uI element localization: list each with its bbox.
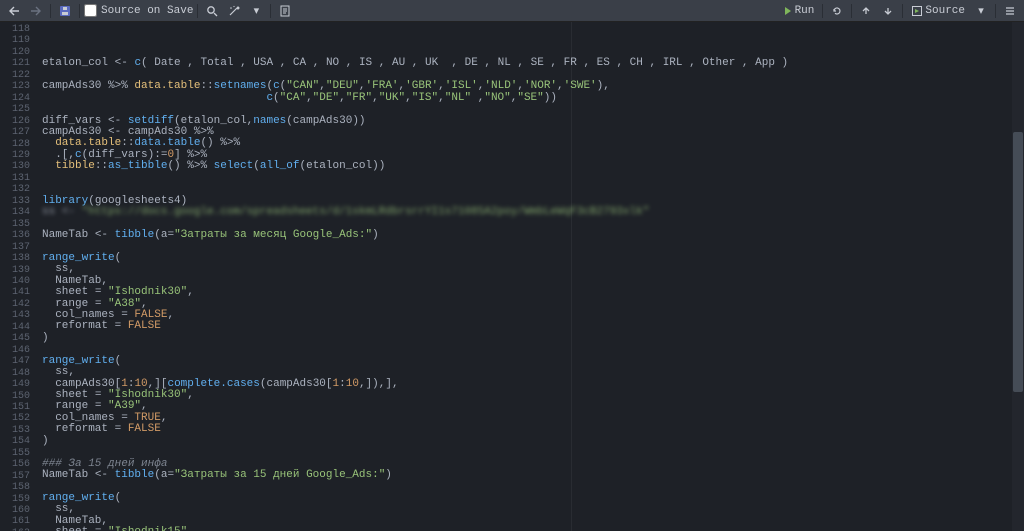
run-label: Run bbox=[795, 5, 815, 17]
editor-toolbar: Source on Save ▾ Run Source ▾ bbox=[0, 0, 1024, 22]
wand-button[interactable] bbox=[224, 2, 244, 20]
source-dropdown[interactable]: ▾ bbox=[971, 2, 991, 20]
code-line[interactable]: ) bbox=[42, 436, 1024, 447]
separator bbox=[79, 4, 80, 18]
rerun-button[interactable] bbox=[827, 2, 847, 20]
code-line[interactable]: range_write( bbox=[42, 356, 1024, 367]
save-button[interactable] bbox=[55, 2, 75, 20]
vertical-scrollbar[interactable] bbox=[1012, 22, 1024, 531]
separator bbox=[270, 4, 271, 18]
forward-button[interactable] bbox=[26, 2, 46, 20]
code-line[interactable]: c("CA","DE","FR","UK","IS","NL" ,"NO","S… bbox=[42, 93, 1024, 104]
code-line[interactable] bbox=[42, 482, 1024, 493]
code-line[interactable]: range = "A39", bbox=[42, 401, 1024, 412]
source-label: Source bbox=[925, 5, 965, 17]
back-button[interactable] bbox=[4, 2, 24, 20]
code-line[interactable]: etalon_col <- c( Date , Total , USA , CA… bbox=[42, 58, 1024, 69]
code-line[interactable]: sheet = "Ishodnik30", bbox=[42, 390, 1024, 401]
code-line[interactable]: ss, bbox=[42, 264, 1024, 275]
source-on-save-input[interactable] bbox=[84, 4, 97, 17]
code-line[interactable] bbox=[42, 447, 1024, 458]
find-button[interactable] bbox=[202, 2, 222, 20]
source-on-save-checkbox[interactable]: Source on Save bbox=[84, 4, 193, 17]
source-on-save-label: Source on Save bbox=[101, 5, 193, 17]
code-line[interactable]: range_write( bbox=[42, 493, 1024, 504]
code-line[interactable]: NameTab <- tibble(a="Затраты за месяц Go… bbox=[42, 230, 1024, 241]
code-line[interactable]: ss <- "https://docs.google.com/spreadshe… bbox=[42, 207, 1024, 218]
separator bbox=[50, 4, 51, 18]
code-line[interactable] bbox=[42, 173, 1024, 184]
toolbar-right: Run Source ▾ bbox=[779, 2, 1020, 20]
code-line[interactable]: ss, bbox=[42, 504, 1024, 515]
separator bbox=[197, 4, 198, 18]
source-button[interactable]: Source bbox=[907, 2, 969, 20]
tools-dropdown[interactable]: ▾ bbox=[246, 2, 266, 20]
code-line[interactable] bbox=[42, 184, 1024, 195]
run-button[interactable]: Run bbox=[779, 2, 819, 20]
code-line[interactable]: ) bbox=[42, 333, 1024, 344]
separator bbox=[822, 4, 823, 18]
outline-button[interactable] bbox=[1000, 2, 1020, 20]
code-line[interactable]: tibble::as_tibble() %>% select(all_of(et… bbox=[42, 161, 1024, 172]
section-down-button[interactable] bbox=[878, 2, 898, 20]
code-line[interactable]: range_write( bbox=[42, 253, 1024, 264]
code-line[interactable]: col_names = FALSE, bbox=[42, 310, 1024, 321]
code-line[interactable]: sheet = "Ishodnik30", bbox=[42, 287, 1024, 298]
code-line[interactable]: sheet = "Ishodnik15", bbox=[42, 527, 1024, 531]
code-line[interactable] bbox=[42, 241, 1024, 252]
code-line[interactable] bbox=[42, 344, 1024, 355]
margin-ruler bbox=[571, 22, 572, 531]
report-button[interactable] bbox=[275, 2, 295, 20]
code-line[interactable]: NameTab <- tibble(a="Затраты за 15 дней … bbox=[42, 470, 1024, 481]
line-gutter: 1181191201211221231241251261271281291301… bbox=[0, 22, 36, 531]
scroll-thumb[interactable] bbox=[1013, 132, 1023, 392]
code-editor[interactable]: 1181191201211221231241251261271281291301… bbox=[0, 22, 1024, 531]
separator bbox=[851, 4, 852, 18]
separator bbox=[995, 4, 996, 18]
toolbar-left: Source on Save ▾ bbox=[4, 2, 295, 20]
separator bbox=[902, 4, 903, 18]
section-up-button[interactable] bbox=[856, 2, 876, 20]
code-area[interactable]: etalon_col <- c( Date , Total , USA , CA… bbox=[36, 22, 1024, 531]
code-line[interactable]: reformat = FALSE bbox=[42, 424, 1024, 435]
code-line[interactable]: reformat = FALSE bbox=[42, 321, 1024, 332]
code-line[interactable]: col_names = TRUE, bbox=[42, 413, 1024, 424]
code-line[interactable]: range = "A38", bbox=[42, 299, 1024, 310]
